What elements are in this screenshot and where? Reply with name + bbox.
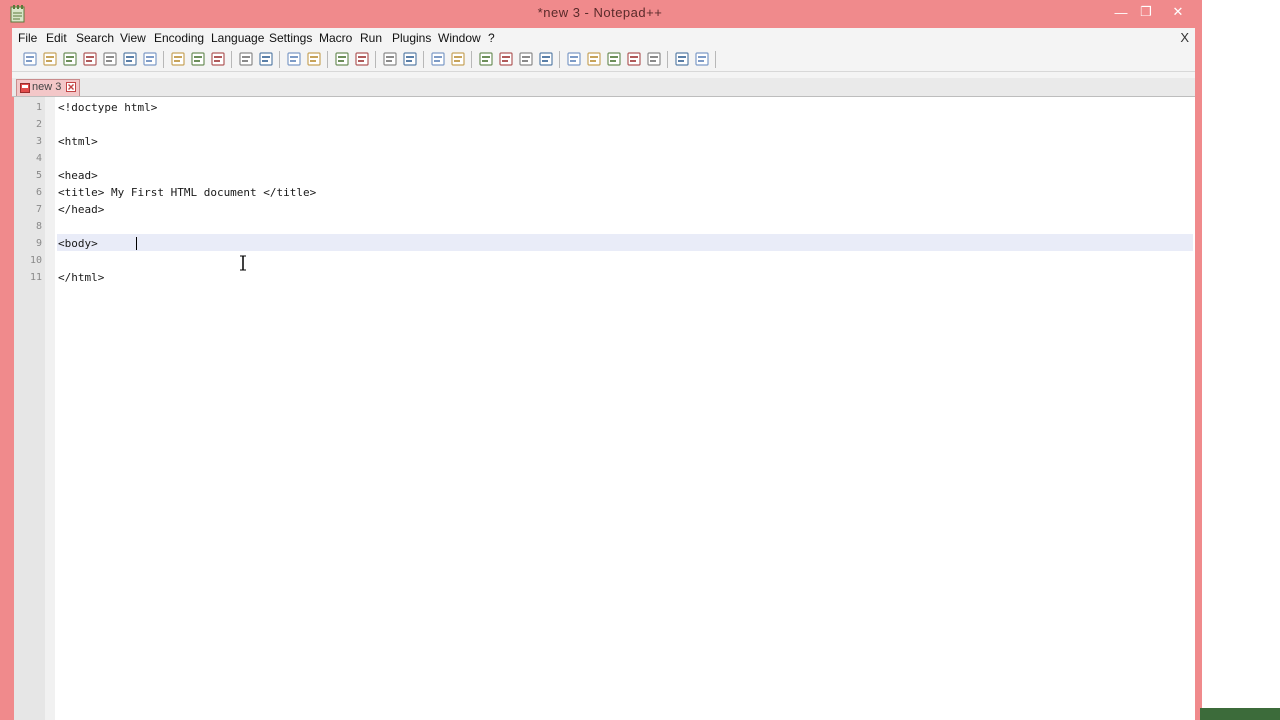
taskbar-sliver (1200, 708, 1280, 720)
toolbar-separator (667, 51, 668, 68)
toolbar-separator (559, 51, 560, 68)
close-document-button[interactable]: X (1180, 30, 1189, 45)
toolbar-separator (279, 51, 280, 68)
code-line[interactable]: <title> My First HTML document </title> (58, 184, 316, 201)
tab-new-3[interactable]: new 3 (16, 79, 80, 96)
menu-bar: File Edit Search View Encoding Language … (12, 28, 1195, 49)
play-multiple-icon[interactable] (626, 51, 642, 67)
show-all-chars-icon[interactable] (450, 51, 466, 67)
save-icon[interactable] (62, 51, 78, 67)
user-language-icon[interactable] (498, 51, 514, 67)
window-title: *new 3 - Notepad++ (537, 5, 663, 20)
code-line[interactable]: <head> (58, 167, 98, 184)
minimize-button[interactable]: — (1108, 2, 1134, 22)
line-number: 6 (35, 187, 42, 198)
menu-settings[interactable]: Settings (269, 31, 312, 45)
stop-macro-icon[interactable] (586, 51, 602, 67)
menu-encoding[interactable]: Encoding (154, 31, 204, 45)
text-cursor (136, 237, 137, 250)
mouse-ibeam-cursor-icon (240, 255, 246, 271)
toolbar-separator (375, 51, 376, 68)
toolbar-separator (163, 51, 164, 68)
notepad-window: *new 3 - Notepad++ — ❐ ✕ File Edit Searc… (0, 0, 1200, 720)
line-number: 10 (29, 255, 42, 266)
fold-margin[interactable] (45, 97, 55, 720)
redo-icon[interactable] (258, 51, 274, 67)
find-icon[interactable] (286, 51, 302, 67)
print-icon[interactable] (142, 51, 158, 67)
background-window (1200, 0, 1280, 720)
paste-icon[interactable] (210, 51, 226, 67)
play-macro-icon[interactable] (606, 51, 622, 67)
unsaved-file-icon (20, 83, 30, 93)
menu-search[interactable]: Search (76, 31, 114, 45)
line-number: 3 (35, 136, 42, 147)
new-file-icon[interactable] (22, 51, 38, 67)
toolbar-separator (423, 51, 424, 68)
line-number: 9 (35, 238, 42, 249)
line-number-gutter: 1 2 3 4 5 6 7 8 9 10 11 (14, 97, 46, 720)
title-bar[interactable]: *new 3 - Notepad++ — ❐ ✕ (0, 0, 1200, 28)
menu-plugins[interactable]: Plugins (392, 31, 431, 45)
line-number: 11 (29, 272, 42, 283)
code-line[interactable]: <body> (58, 235, 98, 252)
zoom-out-icon[interactable] (354, 51, 370, 67)
menu-macro[interactable]: Macro (319, 31, 352, 45)
tab-bar: new 3 (12, 78, 1195, 97)
menu-file[interactable]: File (18, 31, 37, 45)
copy-icon[interactable] (190, 51, 206, 67)
code-line[interactable]: <html> (58, 133, 98, 150)
current-line-highlight (57, 234, 1193, 251)
maximize-button[interactable]: ❐ (1133, 2, 1159, 22)
close-window-button[interactable]: ✕ (1160, 2, 1196, 22)
doc-map-icon[interactable] (518, 51, 534, 67)
editor-pane[interactable]: 1 2 3 4 5 6 7 8 9 10 11 <!doctype html> <html> <head… (14, 97, 1195, 720)
sync-vertical-icon[interactable] (382, 51, 398, 67)
tab-close-icon[interactable] (66, 82, 76, 92)
menu-language[interactable]: Language (211, 31, 264, 45)
sync-horizontal-icon[interactable] (402, 51, 418, 67)
menu-edit[interactable]: Edit (46, 31, 67, 45)
line-number: 4 (35, 153, 42, 164)
line-number: 5 (35, 170, 42, 181)
line-number: 7 (35, 204, 42, 215)
save-macro-icon[interactable] (646, 51, 662, 67)
code-line[interactable]: </head> (58, 201, 104, 218)
toolbar (12, 48, 1195, 72)
menu-view[interactable]: View (120, 31, 146, 45)
function-list-icon[interactable] (538, 51, 554, 67)
menu-window[interactable]: Window (438, 31, 481, 45)
code-line[interactable]: <!doctype html> (58, 99, 157, 116)
close-icon[interactable] (102, 51, 118, 67)
menu-run[interactable]: Run (360, 31, 382, 45)
cut-icon[interactable] (170, 51, 186, 67)
toolbar-separator (231, 51, 232, 68)
toolbar-separator (471, 51, 472, 68)
line-number: 8 (35, 221, 42, 232)
menu-help[interactable]: ? (488, 31, 495, 45)
toolbar-separator (327, 51, 328, 68)
document-list-icon[interactable] (674, 51, 690, 67)
code-area[interactable]: <!doctype html> <html> <head> <title> My Fi… (57, 97, 1193, 720)
line-number: 2 (35, 119, 42, 130)
open-file-icon[interactable] (42, 51, 58, 67)
replace-icon[interactable] (306, 51, 322, 67)
toolbar-separator (715, 51, 716, 68)
word-wrap-icon[interactable] (430, 51, 446, 67)
tab-label: new 3 (32, 81, 62, 93)
line-number: 1 (35, 102, 42, 113)
code-line[interactable]: </html> (58, 269, 104, 286)
close-all-icon[interactable] (122, 51, 138, 67)
save-all-icon[interactable] (82, 51, 98, 67)
monitoring-icon[interactable] (694, 51, 710, 67)
indent-guide-icon[interactable] (478, 51, 494, 67)
zoom-in-icon[interactable] (334, 51, 350, 67)
record-macro-icon[interactable] (566, 51, 582, 67)
undo-icon[interactable] (238, 51, 254, 67)
